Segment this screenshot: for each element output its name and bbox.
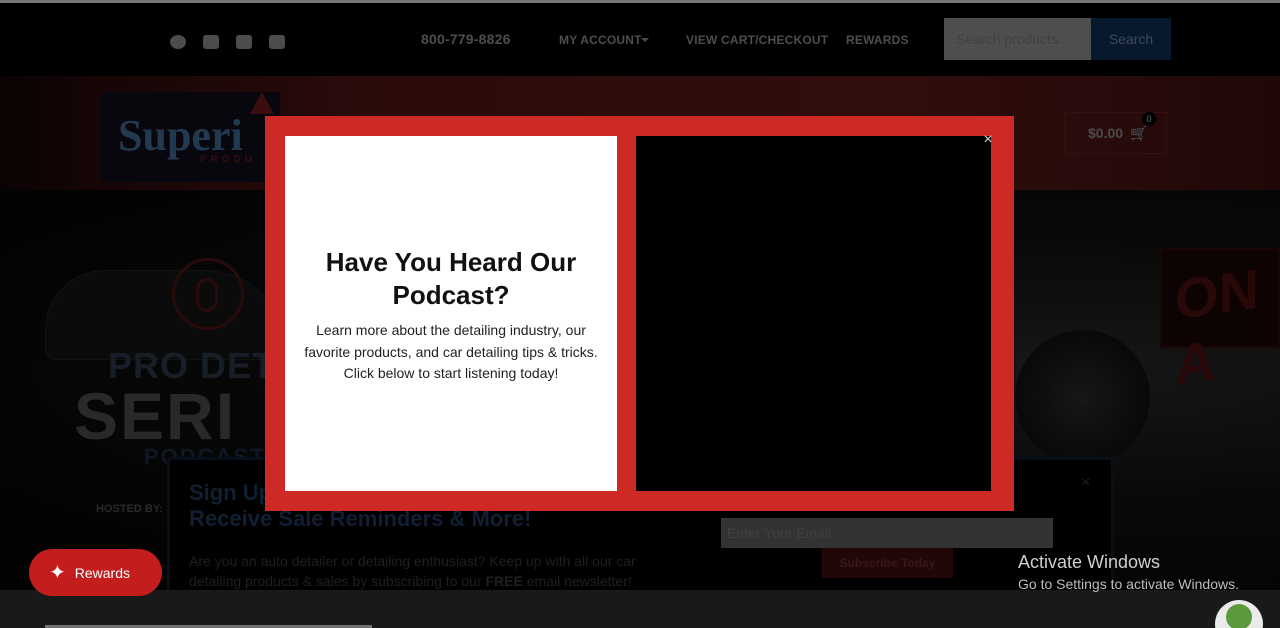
popup-description: Learn more about the detailing industry,… <box>304 322 598 381</box>
popup-close-icon[interactable]: × <box>981 132 995 148</box>
activate-windows-subtitle: Go to Settings to activate Windows. <box>1018 576 1239 592</box>
podcast-video-player[interactable] <box>636 136 991 491</box>
popup-text-panel: Have You Heard Our Podcast? Learn more a… <box>285 136 617 491</box>
popup-title: Have You Heard Our Podcast? <box>325 247 577 310</box>
star-badge-icon: ✦ <box>49 561 66 584</box>
rewards-button-label: Rewards <box>74 564 131 581</box>
rewards-button[interactable]: ✦ Rewards <box>29 549 162 596</box>
chat-icon <box>1226 604 1252 628</box>
activate-windows-title: Activate Windows <box>1018 552 1161 572</box>
podcast-popup: Have You Heard Our Podcast? Learn more a… <box>265 116 1014 511</box>
